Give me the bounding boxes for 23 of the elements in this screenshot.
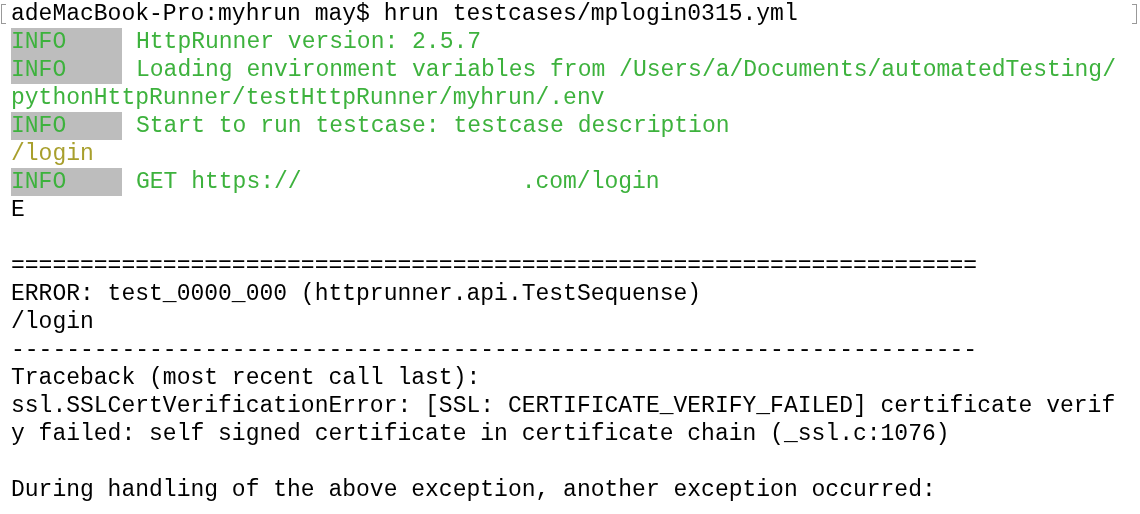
output-line: ---------------------------------------------------------------------- xyxy=(11,336,978,364)
output-line: y failed: self signed certificate in certificate chain (_ssl.c:1076) xyxy=(11,420,950,448)
log-level-badge: INFO xyxy=(11,112,122,140)
output-line: During handling of the above exception, another exception occurred: xyxy=(11,476,936,504)
log-message: .com/login xyxy=(521,168,660,196)
log-level-badge: INFO xyxy=(11,28,122,56)
log-message: Start to run testcase: testcase description xyxy=(136,112,730,140)
output-line: ERROR: test_0000_000 (httprunner.api.TestSequense) xyxy=(11,280,702,308)
log-message: pythonHttpRunner/testHttpRunner/myhrun/.env xyxy=(11,84,605,112)
output-line: ssl.SSLCertVerificationError: [SSL: CERTIFICATE_VERIFY_FAILED] certificate verif xyxy=(11,392,1116,420)
output-line: /login xyxy=(11,308,94,336)
log-level-badge: INFO xyxy=(11,56,122,84)
output-line: Traceback (most recent call last): xyxy=(11,364,481,392)
url-path: /login xyxy=(11,140,94,168)
log-level-badge: INFO xyxy=(11,168,122,196)
command-line: adeMacBook-Pro:myhrun may$ hrun testcases/mplogin0315.yml xyxy=(11,0,798,28)
output-line: E xyxy=(11,196,25,224)
log-message: Loading environment variables from /Users/a/Documents/automatedTesting/ xyxy=(136,56,1116,84)
output-line: ====================================================================== xyxy=(11,252,978,280)
log-message: GET https:// xyxy=(136,168,302,196)
selection-bracket-icon xyxy=(1132,4,1137,24)
selection-bracket-icon xyxy=(1,4,6,24)
log-message: HttpRunner version: 2.5.7 xyxy=(136,28,482,56)
